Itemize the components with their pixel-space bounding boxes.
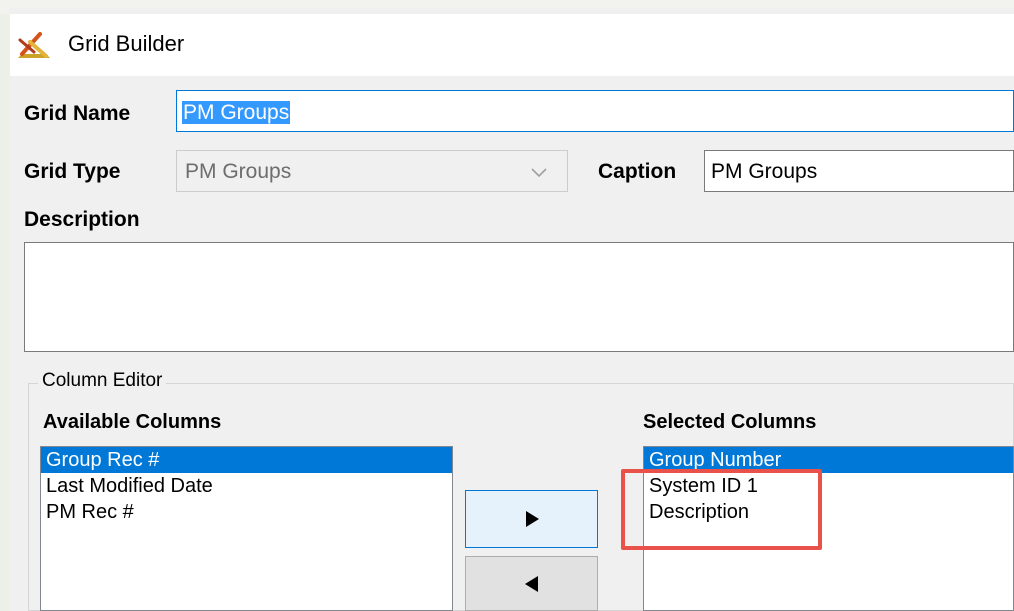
grid-type-label: Grid Type bbox=[24, 160, 121, 183]
grid-type-dropdown[interactable]: PM Groups bbox=[176, 150, 568, 192]
list-item[interactable]: Group Rec # bbox=[41, 447, 452, 473]
available-columns-list[interactable]: Group Rec # Last Modified Date PM Rec # bbox=[40, 446, 453, 611]
grid-name-value: PM Groups bbox=[182, 101, 291, 124]
grid-name-input[interactable]: PM Groups bbox=[176, 90, 1014, 132]
list-item[interactable]: Last Modified Date bbox=[41, 473, 452, 499]
description-label: Description bbox=[24, 208, 140, 231]
annotation-highlight-box bbox=[621, 469, 822, 550]
remove-column-button[interactable] bbox=[465, 556, 598, 611]
add-column-button[interactable] bbox=[465, 490, 598, 548]
grid-builder-app-icon bbox=[18, 32, 50, 58]
grid-name-label: Grid Name bbox=[24, 102, 131, 125]
left-arrow-icon bbox=[524, 575, 538, 592]
selected-columns-label: Selected Columns bbox=[643, 411, 817, 433]
description-input[interactable] bbox=[24, 242, 1014, 352]
caption-input[interactable]: PM Groups bbox=[704, 150, 1014, 192]
column-editor-caption: Column Editor bbox=[38, 370, 167, 392]
caption-label: Caption bbox=[598, 160, 677, 183]
window-title: Grid Builder bbox=[68, 31, 185, 56]
list-item[interactable]: PM Rec # bbox=[41, 499, 452, 525]
right-arrow-icon bbox=[525, 511, 539, 527]
chevron-down-icon bbox=[531, 168, 547, 178]
grid-type-value: PM Groups bbox=[185, 160, 292, 183]
available-columns-label: Available Columns bbox=[43, 411, 222, 433]
